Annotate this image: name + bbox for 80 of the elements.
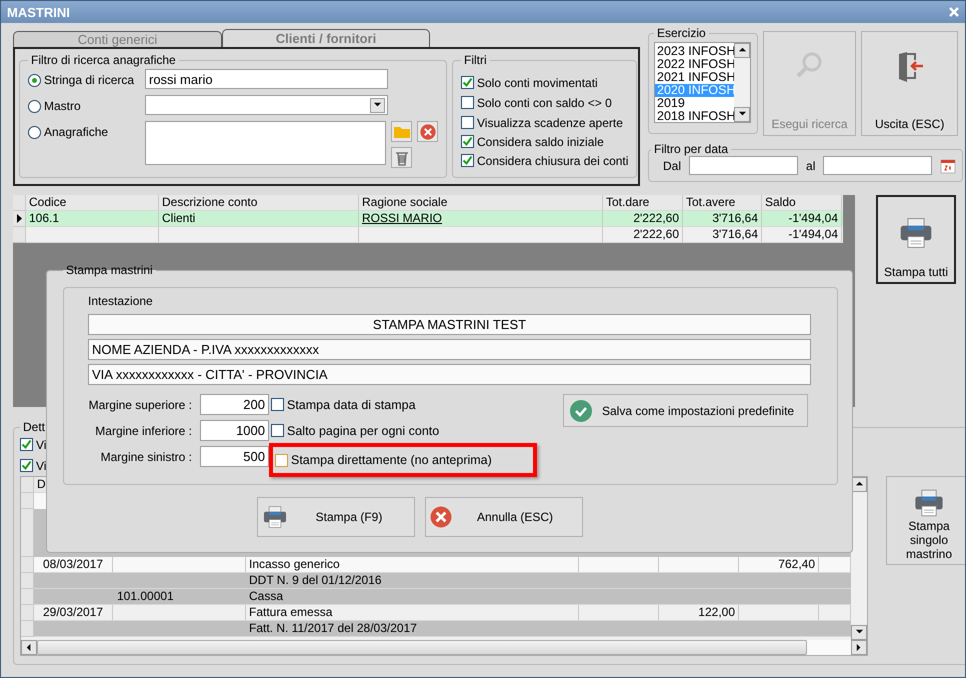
checkbox-label: Vi bbox=[36, 458, 46, 472]
checkbox-label: Considera chiusura dei conti bbox=[477, 154, 628, 168]
header-line-field[interactable]: NOME AZIENDA - P.IVA xxxxxxxxxxxxx bbox=[88, 339, 811, 360]
checkbox-label: Salto pagina per ogni conto bbox=[287, 424, 440, 438]
table-cell: Fatt. N. 11/2017 del 28/03/2017 bbox=[246, 621, 579, 637]
row-pointer-icon bbox=[16, 214, 22, 223]
margin-field[interactable]: 1000 bbox=[200, 420, 269, 441]
radio-label: Stringa di ricerca bbox=[44, 73, 134, 87]
checkbox-label: Vi bbox=[36, 438, 46, 452]
scrollbar[interactable] bbox=[851, 477, 867, 640]
remove-button[interactable] bbox=[417, 121, 438, 142]
checkbox-label: Solo conti movimentati bbox=[477, 76, 598, 90]
cancel-button[interactable]: Annulla (ESC) bbox=[425, 497, 583, 537]
table-cell: -1'494,04 bbox=[762, 227, 842, 243]
print-single-button[interactable]: Stampa singolo mastrino bbox=[886, 476, 965, 565]
checkbox[interactable] bbox=[461, 76, 474, 89]
scroll-button[interactable] bbox=[21, 640, 37, 655]
header-line-field[interactable]: STAMPA MASTRINI TEST bbox=[88, 314, 811, 335]
window-title: MASTRINI bbox=[7, 4, 70, 20]
field-label: Margine sinistro : bbox=[100, 450, 192, 464]
list-item[interactable]: 2019 bbox=[655, 97, 734, 110]
radio-button[interactable] bbox=[28, 126, 41, 138]
date-field[interactable] bbox=[823, 156, 932, 175]
radio-button[interactable] bbox=[28, 74, 41, 86]
check-icon bbox=[570, 400, 592, 422]
group-title: Filtro per data bbox=[653, 142, 730, 156]
scroll-button[interactable] bbox=[734, 43, 750, 58]
scroll-button[interactable] bbox=[851, 625, 867, 640]
checkbox[interactable] bbox=[461, 135, 474, 148]
radio-button[interactable] bbox=[28, 100, 41, 112]
group-title: Esercizio bbox=[656, 26, 707, 40]
field-label: Margine superiore : bbox=[88, 398, 192, 412]
scroll-button[interactable] bbox=[734, 107, 750, 122]
checkbox[interactable] bbox=[20, 459, 33, 472]
printer-icon bbox=[262, 504, 288, 530]
cancel-icon bbox=[430, 506, 452, 528]
checkbox[interactable] bbox=[20, 438, 33, 451]
group-title: Dett bbox=[22, 420, 46, 434]
checkbox-label: Solo conti con saldo <> 0 bbox=[477, 96, 612, 110]
table-cell: 2'222,60 bbox=[603, 227, 683, 243]
cancel-icon bbox=[420, 124, 436, 140]
date-field[interactable] bbox=[689, 156, 798, 175]
search-icon bbox=[794, 50, 824, 80]
save-defaults-button[interactable]: Salva come impostazioni predefinite bbox=[563, 394, 808, 427]
field-label: Dal bbox=[663, 158, 682, 172]
group-title: Filtro di ricerca anagrafiche bbox=[30, 53, 177, 67]
trash-button[interactable] bbox=[391, 147, 412, 168]
field-label: Margine inferiore : bbox=[95, 424, 192, 438]
list-field[interactable] bbox=[145, 121, 386, 165]
scroll-button[interactable] bbox=[851, 640, 867, 655]
radio-label: Anagrafiche bbox=[44, 125, 108, 139]
checkbox-label: Stampa data di stampa bbox=[287, 398, 416, 412]
checkbox[interactable] bbox=[275, 454, 288, 466]
radio-label: Mastro bbox=[44, 99, 81, 113]
margin-field[interactable]: 500 bbox=[200, 446, 269, 467]
checkbox-label: Considera saldo iniziale bbox=[477, 134, 604, 148]
field-label: al bbox=[806, 158, 816, 172]
field-label: Intestazione bbox=[88, 294, 154, 308]
checkbox[interactable] bbox=[461, 116, 474, 129]
search-field[interactable]: rossi mario bbox=[145, 69, 388, 89]
table-cell: 3'716,64 bbox=[683, 227, 762, 243]
checkbox-label: Stampa direttamente (no anteprima) bbox=[291, 453, 492, 467]
exit-button[interactable]: Uscita (ESC) bbox=[861, 31, 958, 136]
checkbox[interactable] bbox=[271, 398, 284, 411]
dialog-title: Stampa mastrini bbox=[65, 263, 154, 277]
scroll-button[interactable] bbox=[370, 98, 385, 112]
print-all-button[interactable]: Stampa tutti bbox=[876, 195, 956, 284]
left-arrow-icon bbox=[24, 643, 34, 652]
margin-field[interactable]: 200 bbox=[200, 394, 269, 415]
print-button[interactable]: Stampa (F9) bbox=[257, 497, 415, 537]
checkbox-label: Visualizza scadenze aperte bbox=[477, 116, 623, 130]
calendar-icon[interactable] bbox=[940, 158, 956, 174]
checkbox[interactable] bbox=[271, 424, 284, 437]
printer-icon bbox=[898, 215, 934, 251]
checkbox[interactable] bbox=[461, 154, 474, 167]
scrollbar[interactable] bbox=[734, 43, 750, 122]
group-title: Filtri bbox=[463, 53, 488, 67]
close-icon[interactable] bbox=[949, 7, 959, 17]
checkbox[interactable] bbox=[461, 96, 474, 109]
header-line-field[interactable]: VIA xxxxxxxxxxxx - CITTA' - PROVINCIA bbox=[88, 364, 811, 385]
